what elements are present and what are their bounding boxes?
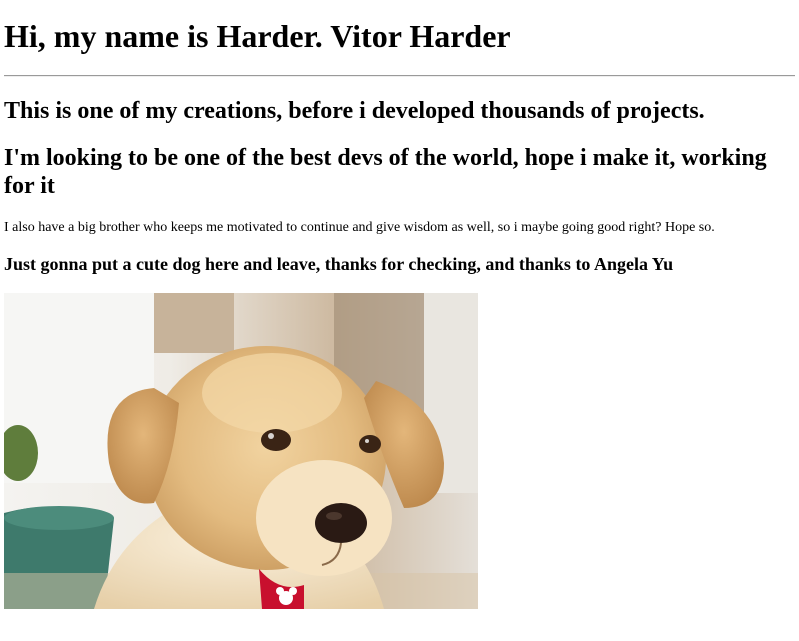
subheading-goals: I'm looking to be one of the best devs o… xyxy=(4,145,767,199)
page-title: Hi, my name is Harder. Vitor Harder xyxy=(4,18,511,54)
closing-note: Just gonna put a cute dog here and leave… xyxy=(4,254,674,274)
divider xyxy=(4,75,795,77)
brother-paragraph: I also have a big brother who keeps me m… xyxy=(4,220,715,235)
subheading-creations: This is one of my creations, before i de… xyxy=(4,98,705,124)
dog-image xyxy=(4,293,478,609)
dog-illustration xyxy=(4,293,478,609)
